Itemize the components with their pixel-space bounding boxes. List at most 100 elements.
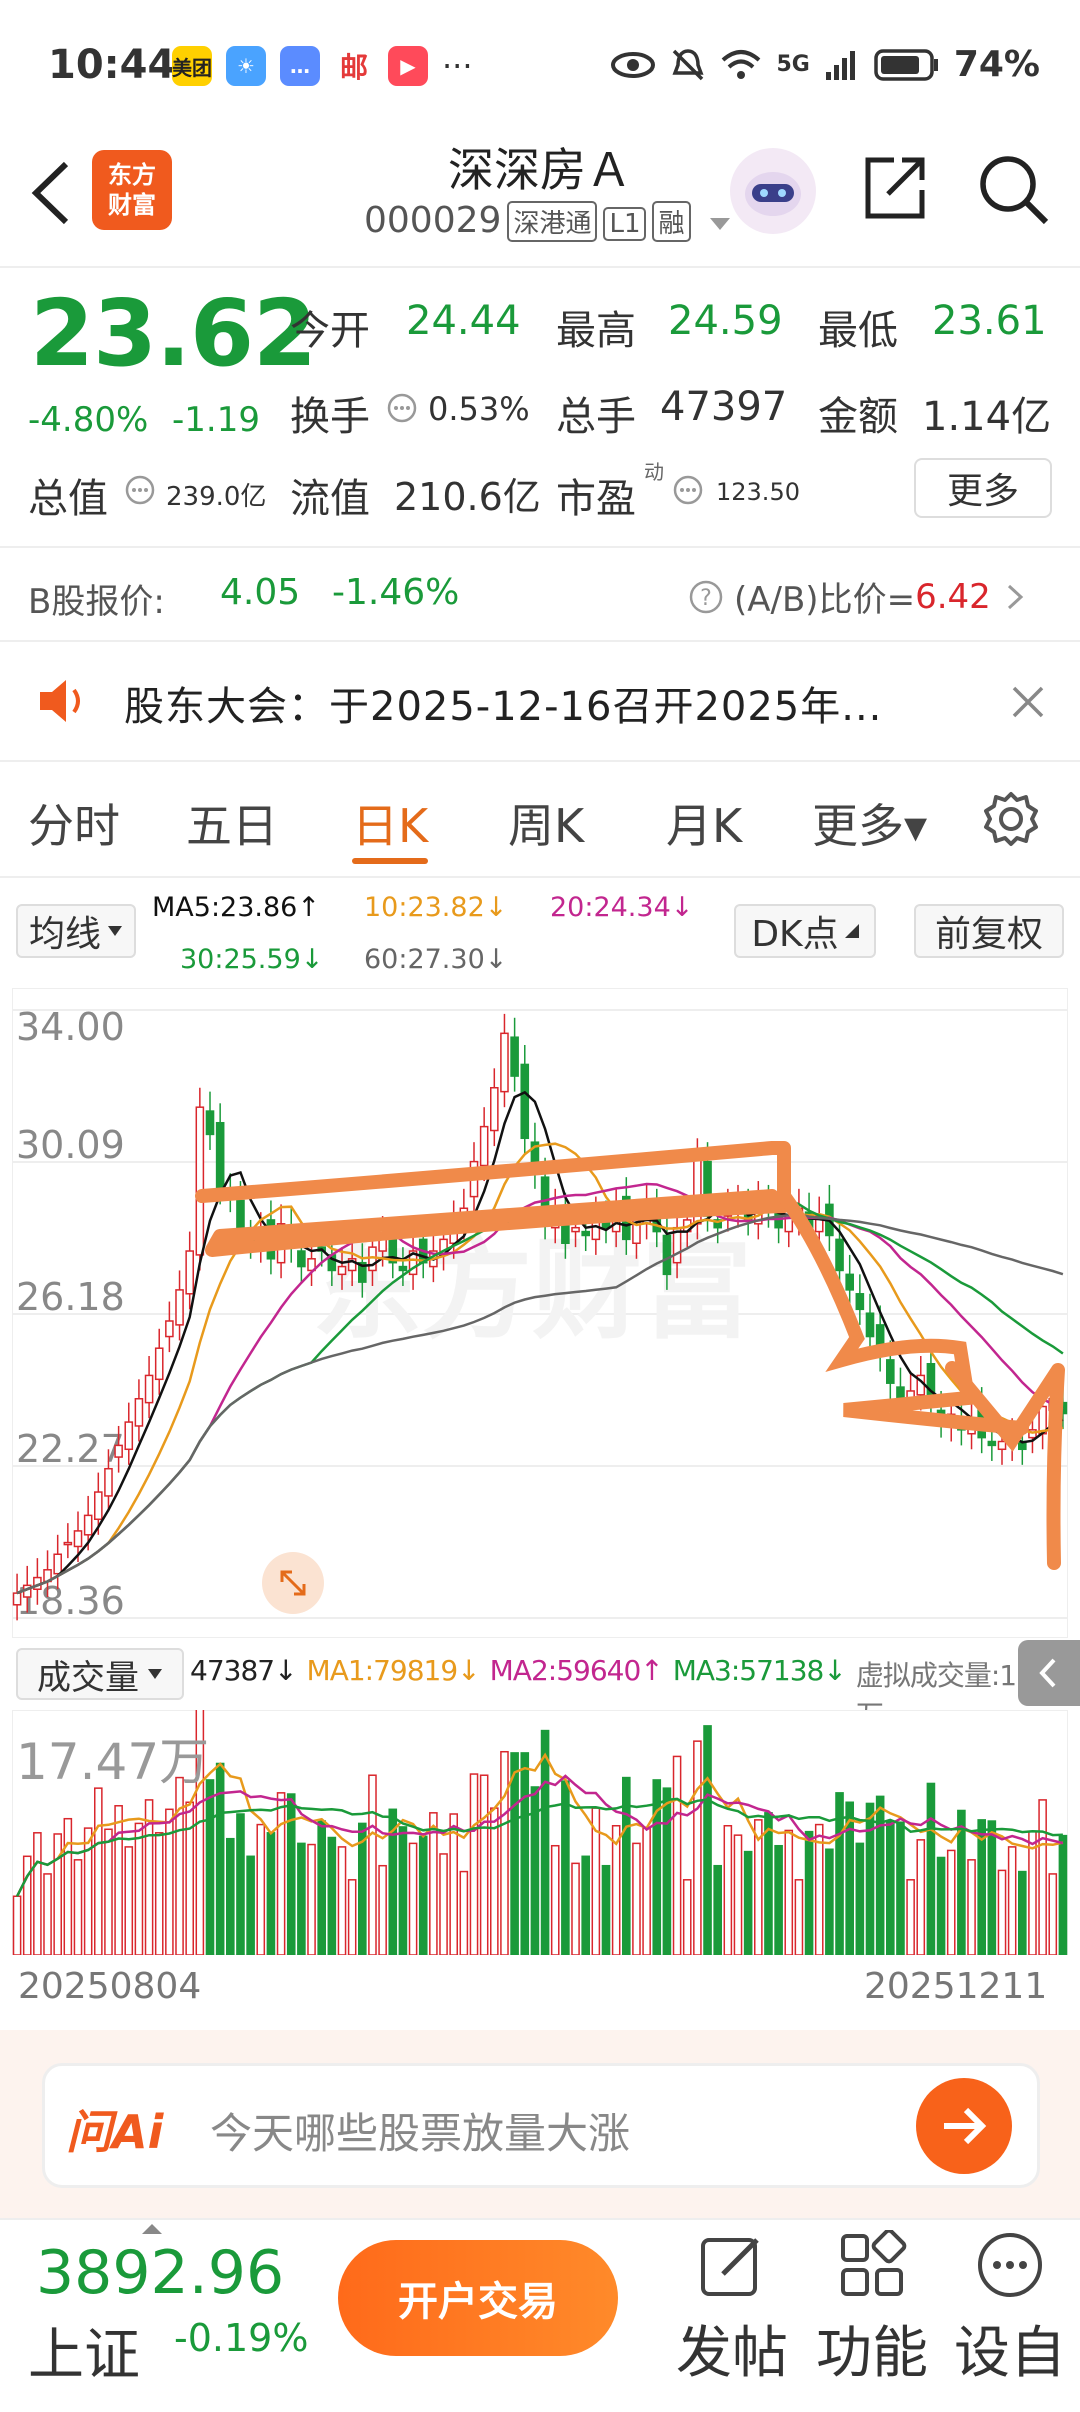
- volume-bar: [307, 1843, 316, 1956]
- y-axis-label: 34.00: [16, 1005, 125, 1049]
- battery-percent: 74%: [953, 44, 1040, 85]
- ai-send-button[interactable]: [916, 2078, 1012, 2174]
- more-notifications-icon: ···: [442, 47, 473, 85]
- video-app-icon: ▶: [388, 46, 428, 86]
- dropdown-icon[interactable]: [708, 216, 732, 232]
- pe-label: 市盈: [556, 476, 636, 522]
- volume-bar: [63, 1817, 73, 1956]
- ma10-value: 10:23.82↓: [364, 892, 508, 923]
- index-name[interactable]: 上证: [28, 2310, 140, 2391]
- message-app-icon: …: [280, 46, 320, 86]
- function-button[interactable]: 功能: [812, 2230, 932, 2389]
- volume-bar: [94, 1787, 103, 1956]
- volume-bar: [642, 1827, 651, 1956]
- tab-monthly-k[interactable]: 月K: [666, 790, 742, 856]
- market-tag: 深港通: [507, 201, 598, 242]
- ai-placeholder[interactable]: 今天哪些股票放量大涨: [210, 2100, 630, 2161]
- volume-bar: [1028, 1830, 1037, 1956]
- candle-body: [510, 1036, 519, 1077]
- candle-body: [114, 1444, 123, 1458]
- network-type: 5G: [776, 52, 810, 77]
- volume-bar: [317, 1820, 326, 1956]
- pe-superscript: 动: [644, 460, 664, 484]
- volume-bar: [886, 1820, 895, 1956]
- tab-five-day[interactable]: 五日: [186, 790, 278, 856]
- open-trade-button[interactable]: 开户交易: [338, 2240, 618, 2356]
- tab-intraday[interactable]: 分时: [28, 790, 120, 856]
- candle-body: [154, 1347, 164, 1381]
- volume-bar: [632, 1842, 641, 1956]
- adjust-button[interactable]: 前复权: [914, 904, 1064, 958]
- divider: [0, 266, 1080, 268]
- dk-point-button[interactable]: DK点: [734, 904, 876, 958]
- candle-body: [175, 1289, 184, 1326]
- expand-button[interactable]: [262, 1552, 324, 1614]
- ma-selector[interactable]: 均线: [16, 904, 136, 958]
- volume-bar: [276, 1792, 286, 1956]
- kline-chart-area[interactable]: 34.00 30.09 26.18 22.27 18.36 东方财富: [11, 987, 1069, 1639]
- candle-body: [63, 1541, 73, 1546]
- candle-body: [12, 1592, 22, 1606]
- candle-body: [368, 1246, 377, 1272]
- tab-daily-k[interactable]: 日K: [352, 790, 428, 856]
- volume-bar: [43, 1873, 52, 1956]
- volume-bar: [916, 1839, 926, 1956]
- volume-bar: [794, 1879, 804, 1956]
- candle-body: [185, 1250, 194, 1295]
- expand-icon: [280, 1570, 306, 1596]
- candle-body: [205, 1110, 215, 1136]
- settings-button[interactable]: 设自: [950, 2230, 1070, 2389]
- tab-weekly-k[interactable]: 周K: [508, 790, 584, 856]
- candle-body: [520, 1063, 530, 1140]
- ai-assistant-avatar[interactable]: [730, 148, 816, 234]
- candle-body: [987, 1440, 997, 1447]
- ma-selector-label: 均线: [28, 914, 101, 955]
- indicator-label: 成交量: [37, 1657, 139, 1698]
- post-button[interactable]: 发帖: [672, 2230, 792, 2389]
- candle-body: [165, 1320, 174, 1338]
- volume-bar: [743, 1850, 753, 1956]
- tab-more[interactable]: 更多▾: [812, 790, 927, 856]
- apps-icon: [841, 2230, 907, 2296]
- speaker-icon: [40, 680, 80, 722]
- search-button[interactable]: [976, 152, 1050, 230]
- volume-value: 47397: [660, 384, 788, 430]
- volume-bar: [601, 1864, 611, 1956]
- more-quote-button[interactable]: 更多: [914, 458, 1052, 518]
- candle-body: [83, 1514, 93, 1536]
- volume-bar: [865, 1802, 875, 1956]
- info-icon[interactable]: [124, 474, 156, 506]
- volume-bar: [581, 1855, 590, 1956]
- candle-body: [865, 1312, 875, 1338]
- turnover-value: 0.53%: [428, 390, 530, 428]
- close-icon[interactable]: [1010, 684, 1046, 720]
- volume-bar: [459, 1870, 469, 1956]
- index-value[interactable]: 3892.96: [36, 2238, 284, 2308]
- mktcap-label: 总值: [28, 476, 108, 522]
- volume-bar: [347, 1879, 357, 1956]
- volume-bar: [175, 1776, 184, 1956]
- indicator-selector[interactable]: 成交量: [16, 1648, 184, 1700]
- gear-icon[interactable]: [980, 788, 1042, 850]
- change-pct: -4.80%: [28, 400, 149, 440]
- share-button[interactable]: [860, 152, 930, 228]
- candle-body: [886, 1359, 895, 1384]
- volume-bar: [12, 1895, 22, 1956]
- index-change: -0.19%: [174, 2316, 309, 2360]
- meituan-app-icon: 美团: [172, 46, 212, 86]
- info-icon[interactable]: [672, 474, 704, 506]
- bshare-label: B股报价:: [28, 582, 165, 622]
- divider: [0, 546, 1080, 548]
- volume-bar: [703, 1725, 712, 1956]
- ab-ratio-link[interactable]: ? (A/B)比价= 6.42: [688, 572, 1027, 621]
- collapse-panel-button[interactable]: [1018, 1640, 1080, 1706]
- amount-label: 金额: [818, 394, 898, 440]
- ab-ratio-label: (A/B)比价=: [734, 580, 916, 620]
- level-tag: L1: [603, 207, 647, 241]
- candle-body: [997, 1440, 1007, 1451]
- volume-bar: [1018, 1870, 1027, 1956]
- volume-bar: [875, 1795, 885, 1956]
- volume-bar: [337, 1846, 347, 1956]
- volume-bar: [723, 1825, 733, 1956]
- info-icon[interactable]: [386, 392, 418, 424]
